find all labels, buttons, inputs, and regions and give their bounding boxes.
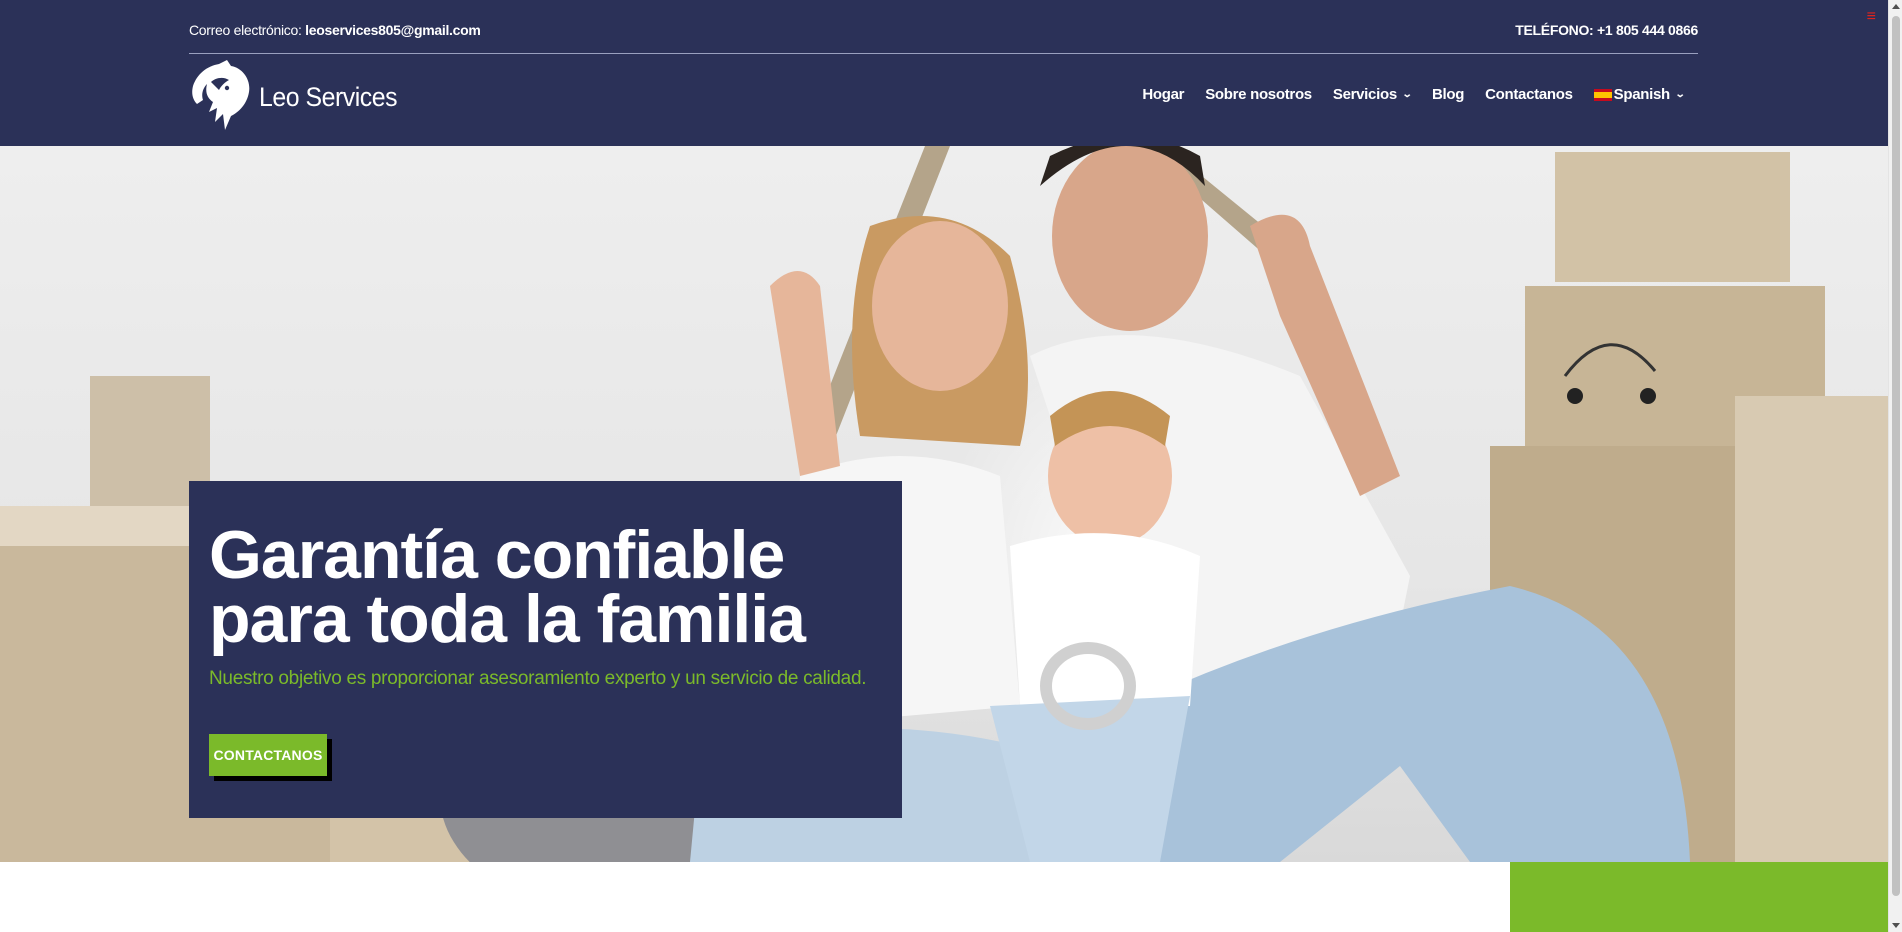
nav-label: Servicios — [1332, 86, 1397, 103]
nav-label: Spanish — [1613, 86, 1671, 103]
nav-label: Sobre nosotros — [1205, 86, 1312, 103]
hero-card: Garantía confiable para toda la familia … — [189, 481, 902, 818]
scroll-down-icon[interactable] — [1892, 923, 1900, 928]
nav-label: Hogar — [1142, 86, 1185, 103]
email-contact: Correo electrónico: leoservices805@gmail… — [189, 22, 481, 38]
phone-contact[interactable]: TELÉFONO: +1 805 444 0866 — [1515, 22, 1698, 38]
chevron-down-icon: ⌄ — [1674, 89, 1686, 100]
nav-item-hogar[interactable]: Hogar — [1142, 86, 1184, 103]
contact-button[interactable]: CONTACTANOS — [209, 734, 327, 776]
spain-flag-icon — [1593, 88, 1612, 101]
top-contact-bar: Correo electrónico: leoservices805@gmail… — [189, 20, 1698, 42]
hamburger-menu-icon[interactable]: ≡ — [1867, 8, 1876, 26]
chevron-down-icon: ⌄ — [1401, 89, 1413, 100]
scroll-up-icon[interactable] — [1892, 4, 1900, 9]
main-nav: Hogar Sobre nosotros Servicios ⌄ Blog Con… — [1121, 86, 1686, 103]
scrollbar-thumb[interactable] — [1892, 16, 1900, 896]
email-label: Correo electrónico: — [189, 22, 302, 38]
lion-logo-icon — [192, 60, 250, 130]
topbar-divider — [189, 53, 1698, 54]
hero-subtitle: Nuestro objetivo es proporcionar asesora… — [209, 668, 867, 689]
hero-section: Garantía confiable para toda la familia … — [0, 146, 1888, 862]
site-header: Correo electrónico: leoservices805@gmail… — [0, 0, 1888, 146]
nav-label: Blog — [1431, 86, 1465, 103]
nav-item-language[interactable]: Spanish ⌄ — [1593, 86, 1686, 103]
nav-item-sobre-nosotros[interactable]: Sobre nosotros — [1205, 86, 1312, 103]
nav-label: Contactanos — [1485, 86, 1573, 103]
nav-item-blog[interactable]: Blog — [1432, 86, 1464, 103]
page-scrollbar[interactable] — [1888, 0, 1902, 932]
hero-title: Garantía confiable para toda la familia — [209, 517, 806, 657]
site-logo[interactable]: Leo Services — [189, 60, 409, 134]
green-accent-block — [1510, 862, 1888, 932]
nav-item-contactanos[interactable]: Contactanos — [1485, 86, 1573, 103]
brand-name: Leo Services — [259, 81, 398, 112]
email-link[interactable]: leoservices805@gmail.com — [305, 22, 481, 38]
nav-item-servicios[interactable]: Servicios ⌄ — [1332, 86, 1413, 103]
